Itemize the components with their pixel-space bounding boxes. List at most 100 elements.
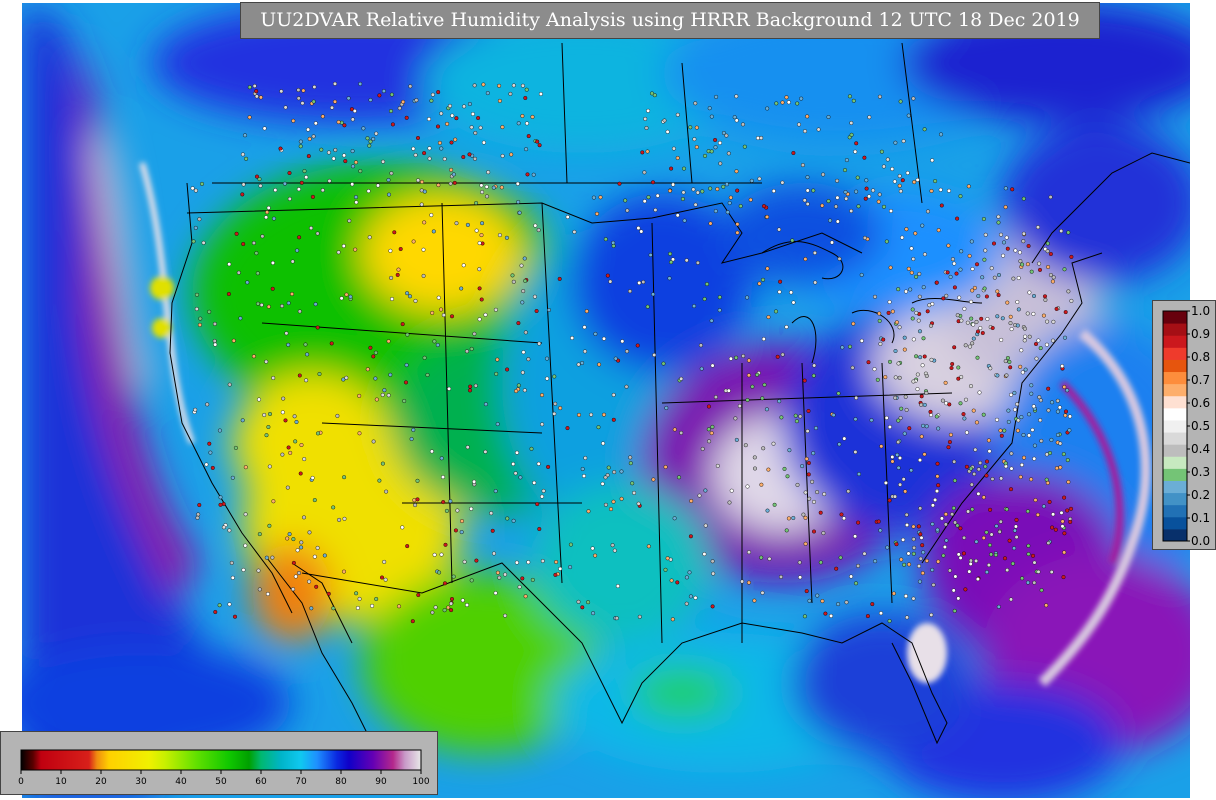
observation-dot [299,540,304,545]
observation-dot [398,246,403,251]
obs-tick-label: 0.1 [1191,511,1210,525]
observation-dot [904,407,909,412]
observation-dot [1004,507,1009,512]
observation-dot [1038,346,1043,351]
observation-dot [913,231,918,236]
observation-dot [859,338,864,343]
observation-dot [474,228,479,233]
observation-dot [921,285,926,290]
observation-dot [540,393,545,398]
observation-dot [371,136,376,141]
observation-dot [255,271,260,276]
observation-dot [890,455,895,460]
observation-dot [1007,359,1012,364]
observation-dot [233,445,238,450]
observation-dot [302,515,307,520]
observation-dot [1019,462,1024,467]
observation-dot [887,619,892,624]
observation-dot [368,345,373,350]
observation-dot [806,472,811,477]
obs-colorbar-swatch [1163,407,1187,421]
observation-dot [718,140,723,145]
observation-dot [368,97,373,102]
observation-dot [227,382,232,387]
observation-dot [636,226,641,231]
observation-dot [474,200,479,205]
observation-dot [779,574,784,579]
observation-dot [565,214,570,219]
observation-dot [536,461,541,466]
observation-dot [987,543,992,548]
observation-dot [465,445,470,450]
observation-dot [786,516,791,521]
observation-dot [822,492,827,497]
observation-dot [439,307,444,312]
observation-dot [848,344,853,349]
observation-dot [357,431,362,436]
observation-dot [886,310,891,315]
observation-dot [505,516,510,521]
observation-dot [897,375,902,380]
observation-dot [553,572,558,577]
observation-dot [951,588,956,593]
observation-dot [1031,404,1036,409]
observation-dot [1048,195,1053,200]
observation-dot [400,322,405,327]
observation-dot [976,329,981,334]
observation-dot [956,552,961,557]
obs-colorbar-swatch [1163,359,1187,373]
observation-dot [844,196,849,201]
observation-dot [295,248,300,253]
observation-dot [441,475,446,480]
observation-dot [348,294,353,299]
observation-dot [922,452,927,457]
observation-dot [891,591,896,596]
observation-dot [947,568,952,573]
observation-dot [970,341,975,346]
observation-dot [404,115,409,120]
observation-dot [995,314,1000,319]
observation-dot [653,207,658,212]
observation-dot [516,199,521,204]
observation-dot [974,319,979,324]
observation-dot [999,232,1004,237]
observation-dot [447,386,452,391]
observation-dot [439,111,444,116]
observation-dot [519,263,524,268]
observation-dot [380,575,385,580]
observation-dot [737,404,742,409]
observation-dot [1062,335,1067,340]
observation-dot [864,186,869,191]
observation-dot [413,503,418,508]
observation-dot [915,372,920,377]
observation-dot [1029,391,1034,396]
observation-dot [844,600,849,605]
observation-dot [976,491,981,496]
observation-dot [828,218,833,223]
observation-dot [485,91,490,96]
observation-dot [918,355,923,360]
observation-dot [983,232,988,237]
observation-dot [484,184,489,189]
observation-dot [240,152,245,157]
observation-dot [537,341,542,346]
observation-dot [517,210,522,215]
observation-dot [996,220,1001,225]
observation-dot [693,101,698,106]
observation-dot [287,170,292,175]
obs-tick-label: 1.0 [1191,304,1210,318]
observation-dot [389,109,394,114]
observation-dot [1019,415,1024,420]
observation-dot [710,363,715,368]
observation-dot [1013,524,1018,529]
observation-dot [595,211,600,216]
observation-dot [909,246,914,251]
observation-dot [1034,356,1039,361]
observation-dot [933,497,938,502]
observation-dot [803,257,808,262]
observation-dot [1068,506,1073,511]
obs-tick-label: 0.8 [1191,350,1210,364]
observation-dot [856,563,861,568]
observation-dot [981,216,986,221]
observation-dot [511,83,516,88]
